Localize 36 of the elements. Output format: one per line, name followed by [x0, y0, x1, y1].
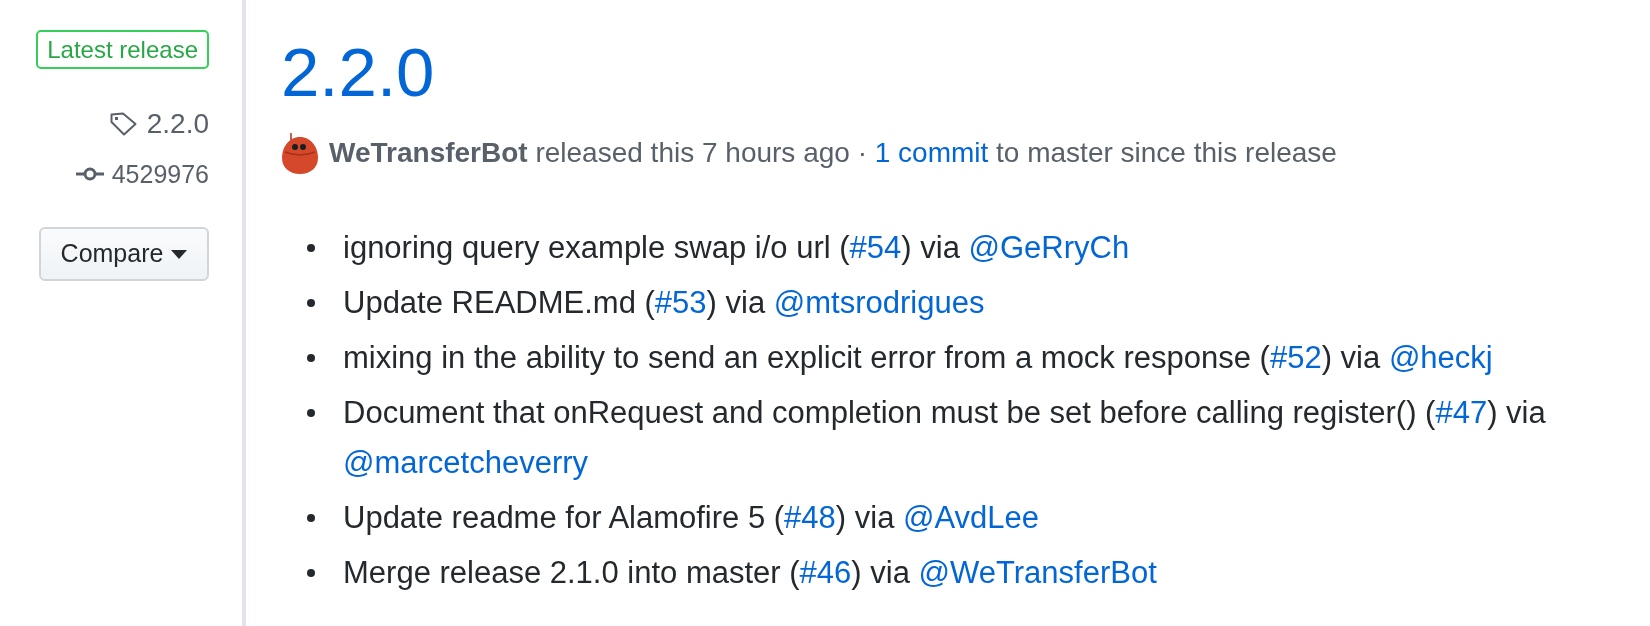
author-link[interactable]: WeTransferBot [329, 137, 528, 168]
pull-request-link[interactable]: #47 [1435, 395, 1488, 430]
release-title[interactable]: 2.2.0 [281, 30, 1630, 116]
commit-link[interactable]: 4529976 [111, 159, 209, 189]
user-link[interactable]: @marcetcheverry [343, 445, 589, 480]
pull-request-link[interactable]: #48 [784, 500, 836, 535]
bullet-icon [307, 409, 315, 417]
user-link[interactable]: @GeRryCh [968, 230, 1130, 265]
user-link[interactable]: @mtsrodrigues [773, 285, 985, 320]
tag-link[interactable]: 2.2.0 [146, 109, 209, 139]
pull-request-link[interactable]: #53 [654, 285, 707, 320]
bullet-icon [307, 354, 315, 362]
user-link[interactable]: @AvdLee [903, 500, 1040, 535]
release-byline: WeTransferBot released this 7 hours ago · 1 commit to master since this release [329, 136, 1337, 170]
release-note: mixing in the ability to send an explicit error from a mock response (#52) via @heckj [343, 339, 1493, 377]
pull-request-link[interactable]: #54 [849, 230, 902, 265]
bullet-icon [307, 514, 315, 522]
commits-link[interactable]: 1 commit [874, 137, 989, 168]
commit-icon [75, 167, 104, 181]
user-link[interactable]: @heckj [1388, 340, 1493, 375]
caret-icon [171, 249, 188, 259]
release-note: Merge release 2.1.0 into master (#46) via @WeTransferBot [343, 554, 1157, 592]
user-link[interactable]: @WeTransferBot [918, 555, 1157, 590]
pull-request-link[interactable]: #52 [1269, 340, 1322, 375]
bullet-icon [307, 569, 315, 577]
bullet-icon [307, 244, 315, 252]
latest-release-badge: Latest release [36, 30, 209, 69]
compare-button[interactable]: Compare [39, 227, 209, 281]
tag-icon [109, 112, 137, 136]
robot-avatar-icon[interactable] [281, 132, 319, 174]
pull-request-link[interactable]: #46 [799, 555, 852, 590]
release-note: ignoring query example swap i/o url (#54) via @GeRryCh [343, 229, 1130, 267]
release-note: Document that onRequest and completion must be set before calling register() (#47) via @marcetcheverry [343, 394, 1547, 482]
bullet-icon [307, 299, 315, 307]
release-note: Update README.md (#53) via @mtsrodrigues [343, 284, 985, 322]
release-note: Update readme for Alamofire 5 (#48) via @AvdLee [343, 499, 1040, 537]
